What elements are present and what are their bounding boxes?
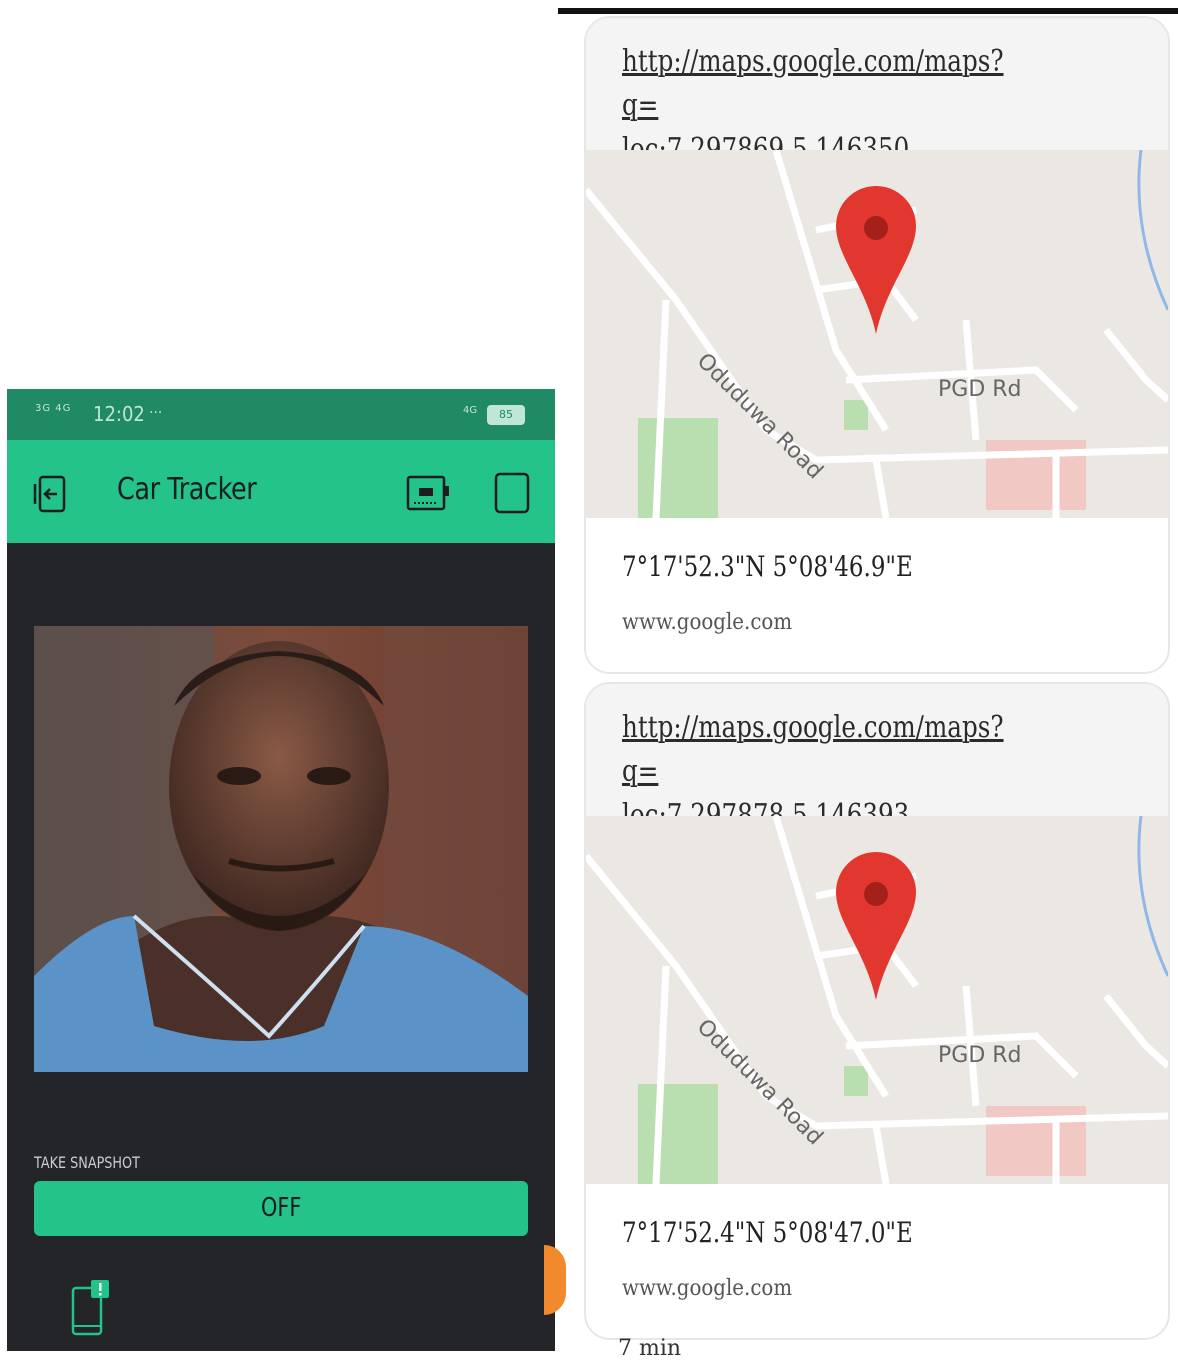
coordinates-text: 7°17'52.3"N 5°08'46.9"E	[622, 550, 913, 583]
snapshot-button-label: OFF	[260, 1193, 302, 1223]
status-extra: ···	[149, 405, 163, 421]
snapshot-toggle-button[interactable]: OFF	[34, 1181, 528, 1236]
notification-widget-icon[interactable]	[69, 1278, 113, 1338]
status-time: 12:02	[93, 402, 145, 426]
exit-project-icon[interactable]	[31, 474, 69, 514]
link-domain: www.google.com	[622, 1276, 793, 1301]
sms-conversation: http://maps.google.com/maps?q= loc:7.297…	[558, 8, 1178, 1357]
app-title: Car Tracker	[117, 472, 257, 507]
coordinates-text: 7°17'52.4"N 5°08'47.0"E	[622, 1216, 913, 1249]
battery-indicator: 85	[487, 405, 525, 425]
message-link-area[interactable]: http://maps.google.com/maps?q= loc:7.297…	[586, 18, 1168, 167]
map-street-label: PGD Rd	[938, 377, 1022, 402]
blynk-phone-screen: 3G 4G 12:02 ··· 4G 85 Car Tracker TAKE S…	[7, 389, 555, 1351]
signal-indicator: 3G 4G	[35, 403, 72, 414]
map-preview[interactable]: Oduduwa Road PGD Rd	[586, 814, 1168, 1185]
map-street-label: PGD Rd	[938, 1043, 1022, 1068]
network-indicator: 4G	[463, 405, 478, 416]
app-toolbar: Car Tracker	[7, 440, 555, 543]
location-message-card[interactable]: http://maps.google.com/maps?q= loc:7.297…	[584, 16, 1170, 674]
status-bar: 3G 4G 12:02 ··· 4G 85	[7, 389, 555, 440]
play-stop-icon[interactable]	[492, 471, 532, 515]
message-time: 7 min	[618, 1336, 682, 1361]
map-preview[interactable]: Oduduwa Road PGD Rd	[586, 148, 1168, 519]
camera-snapshot-image	[34, 626, 528, 1072]
device-icon[interactable]	[405, 474, 451, 512]
message-link-area[interactable]: http://maps.google.com/maps?q= loc:7.297…	[586, 684, 1168, 833]
location-message-card[interactable]: http://maps.google.com/maps?q= loc:7.297…	[584, 682, 1170, 1340]
snapshot-label: TAKE SNAPSHOT	[34, 1153, 140, 1172]
link-domain: www.google.com	[622, 610, 793, 635]
contact-avatar	[544, 1245, 566, 1315]
